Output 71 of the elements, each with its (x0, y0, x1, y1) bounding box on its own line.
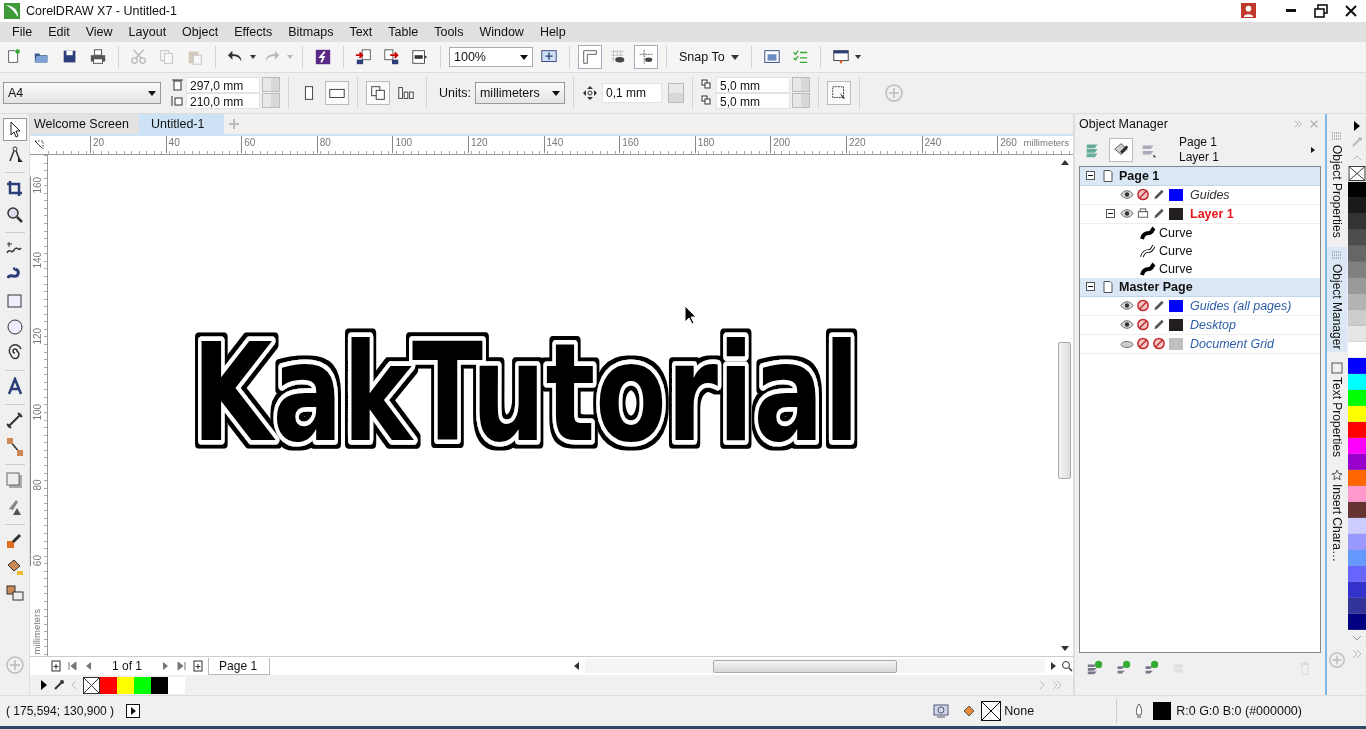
menu-item[interactable]: Help (531, 21, 574, 42)
ruler-label: 200 (770, 135, 846, 153)
docker-tab[interactable]: Object Properties (1327, 127, 1347, 240)
layer-label[interactable]: Desktop (1190, 317, 1236, 332)
ruler-label: 120 (30, 327, 45, 404)
menu-item[interactable]: Bitmaps (280, 21, 342, 42)
window-title: CorelDRAW X7 - Untitled-1 (26, 3, 178, 18)
ruler-label: 260 (997, 135, 1017, 153)
cursor-coordinates: ( 175,594; 130,900 ) (6, 704, 115, 719)
drawing-canvas[interactable]: KakTutorial (48, 154, 1056, 657)
layer-label[interactable]: Guides (1190, 187, 1230, 202)
ruler-label: 20 (90, 135, 166, 153)
menu-item[interactable]: View (77, 21, 121, 42)
page-counter: 1 of 1 (111, 659, 144, 674)
nudge-field[interactable]: 0,1 mm (601, 82, 662, 103)
document-tab[interactable]: Welcome Screen (30, 113, 139, 134)
page-row[interactable]: Page 1 (1080, 166, 1320, 186)
page-label: Master Page (1119, 279, 1193, 294)
outlined-text[interactable]: KakTutorial (192, 314, 860, 472)
ruler-unit: millimeters (1023, 135, 1069, 150)
ruler-label: 40 (165, 135, 242, 153)
ruler-label: 80 (316, 135, 393, 153)
menu-item[interactable]: Tools (426, 21, 472, 42)
ruler-label: 140 (30, 252, 45, 328)
ruler-label: 220 (845, 135, 922, 153)
page-tab[interactable]: Page 1 (208, 657, 271, 675)
layer-label[interactable]: Document Grid (1190, 336, 1275, 351)
menu-item[interactable]: Text (341, 21, 381, 42)
ruler-label: 60 (241, 135, 317, 153)
menu-item[interactable]: File (4, 21, 41, 42)
menu-item[interactable]: Effects (226, 21, 281, 42)
docker-tab[interactable]: Text Properties (1327, 359, 1347, 459)
menu-item[interactable]: Layout (120, 21, 175, 42)
outline-status: R:0 G:0 B:0 (#000000) (1176, 704, 1302, 719)
layer-label[interactable]: Guides (all pages) (1190, 298, 1292, 313)
menu-item[interactable]: Edit (40, 21, 78, 42)
ruler-label: 100 (392, 135, 468, 153)
ruler-label: 120 (467, 135, 544, 153)
units-label: Units: (439, 85, 471, 100)
menu-item[interactable]: Table (380, 21, 427, 42)
ruler-label: 240 (921, 135, 998, 153)
object-label[interactable]: Curve (1159, 261, 1193, 276)
layer-label[interactable]: Layer 1 (1190, 206, 1234, 221)
ruler-label: 80 (30, 479, 45, 555)
menu-item[interactable]: Window (471, 21, 532, 42)
fill-status: None (1004, 704, 1035, 719)
docker-title: Object Manager (1079, 116, 1169, 131)
ruler-label: 140 (543, 135, 620, 153)
current-page-label: Page 1 (1179, 134, 1219, 150)
snap-to-dropdown[interactable]: Snap To (675, 45, 743, 68)
page-size-dropdown[interactable]: A4 (3, 81, 161, 104)
page-label: Page 1 (1119, 168, 1160, 183)
ruler-label: 60 (30, 554, 45, 566)
ruler-label: 160 (30, 176, 45, 253)
menu-item[interactable]: Object (174, 21, 227, 42)
page-row[interactable]: Master Page (1080, 277, 1320, 297)
units-dropdown[interactable]: millimeters (474, 81, 565, 104)
vertical-ruler[interactable]: 160 140 120 100 80 60 millimeters (30, 154, 48, 657)
docker-tab[interactable]: Object Manager (1327, 247, 1347, 352)
current-layer-label: Layer 1 (1179, 149, 1221, 165)
page-width-field[interactable]: 297,0 mm (186, 76, 260, 93)
object-label[interactable]: Curve (1159, 243, 1193, 258)
ruler-unit: millimeters (30, 608, 43, 655)
duplicate-x-field[interactable]: 5,0 mm (715, 76, 790, 93)
ruler-label: 180 (694, 135, 771, 153)
ruler-label: 160 (619, 135, 695, 153)
ruler-label: 100 (30, 403, 45, 480)
zoom-dropdown[interactable]: 100% (449, 46, 533, 67)
docker-tab[interactable]: Insert Chara… (1327, 466, 1347, 564)
object-tree[interactable]: Page 1 Guides Layer 1 Curve Curve Curve Master Page Guides (all pages) Desktop Document Grid (1079, 165, 1321, 653)
object-label[interactable]: Curve (1159, 225, 1193, 240)
